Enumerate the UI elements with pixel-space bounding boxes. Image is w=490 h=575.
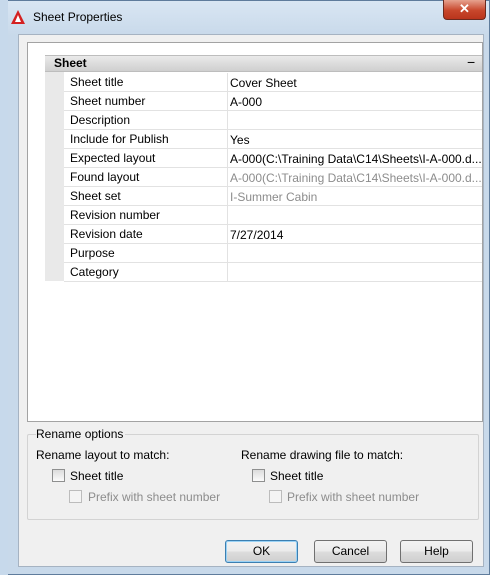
property-row[interactable]: Expected layout A-000(C:\Training Data\C1…: [64, 149, 482, 168]
rename-layout-heading: Rename layout to match:: [36, 448, 170, 462]
cancel-button[interactable]: Cancel: [314, 540, 387, 563]
property-value[interactable]: [228, 263, 484, 281]
property-row[interactable]: Purpose: [64, 244, 482, 263]
property-name: Found layout: [64, 168, 228, 186]
property-value[interactable]: Cover Sheet: [228, 73, 484, 91]
property-value[interactable]: Yes: [228, 130, 484, 148]
window-title: Sheet Properties: [33, 10, 123, 24]
layout-prefix-checkbox[interactable]: [69, 490, 82, 503]
property-row[interactable]: Revision number: [64, 206, 482, 225]
property-value[interactable]: [228, 111, 484, 129]
property-name: Sheet number: [64, 92, 228, 110]
property-name: Description: [64, 111, 228, 129]
property-row[interactable]: Found layout A-000(C:\Training Data\C14\S…: [64, 168, 482, 187]
property-name: Purpose: [64, 244, 228, 262]
property-value[interactable]: A-000: [228, 92, 484, 110]
property-row[interactable]: Revision date 7/27/2014: [64, 225, 482, 244]
rename-options-label: Rename options: [36, 427, 126, 441]
rename-drawing-heading: Rename drawing file to match:: [241, 448, 404, 462]
drawing-prefix-label: Prefix with sheet number: [287, 490, 420, 504]
property-name: Category: [64, 263, 228, 281]
category-header-sheet[interactable]: [45, 55, 482, 72]
collapse-icon[interactable]: −: [467, 54, 475, 70]
property-row[interactable]: Include for Publish Yes: [64, 130, 482, 149]
property-row[interactable]: Sheet number A-000: [64, 92, 482, 111]
property-row[interactable]: Sheet title Cover Sheet: [64, 73, 482, 92]
drawing-prefix-checkbox[interactable]: [269, 490, 282, 503]
layout-prefix-label: Prefix with sheet number: [88, 490, 221, 504]
property-row[interactable]: Description: [64, 111, 482, 130]
help-button[interactable]: Help: [400, 540, 473, 563]
drawing-sheet-title-label[interactable]: Sheet title: [270, 469, 323, 483]
property-name: Revision date: [64, 225, 228, 243]
property-row[interactable]: Sheet set I-Summer Cabin: [64, 187, 482, 206]
layout-sheet-title-checkbox[interactable]: [52, 469, 65, 482]
autocad-logo-icon: [11, 10, 25, 24]
property-value[interactable]: [228, 244, 484, 262]
property-row[interactable]: Category: [64, 263, 482, 282]
property-name: Revision number: [64, 206, 228, 224]
close-button[interactable]: ✕: [443, 0, 486, 20]
drawing-sheet-title-checkbox[interactable]: [252, 469, 265, 482]
property-name: Sheet set: [64, 187, 228, 205]
property-value[interactable]: 7/27/2014: [228, 225, 484, 243]
ok-button[interactable]: OK: [225, 540, 298, 563]
category-label: Sheet: [54, 56, 87, 70]
grid-gutter: [45, 72, 64, 281]
property-value[interactable]: [228, 206, 484, 224]
property-name: Include for Publish: [64, 130, 228, 148]
property-value[interactable]: A-000(C:\Training Data\C14\Sheets\I-A-00…: [228, 149, 484, 167]
property-value[interactable]: A-000(C:\Training Data\C14\Sheets\I-A-00…: [228, 168, 484, 186]
property-value[interactable]: I-Summer Cabin: [228, 187, 484, 205]
property-name: Sheet title: [64, 73, 228, 91]
property-name: Expected layout: [64, 149, 228, 167]
layout-sheet-title-label[interactable]: Sheet title: [70, 469, 123, 483]
window-frame-edge: [0, 0, 8, 575]
